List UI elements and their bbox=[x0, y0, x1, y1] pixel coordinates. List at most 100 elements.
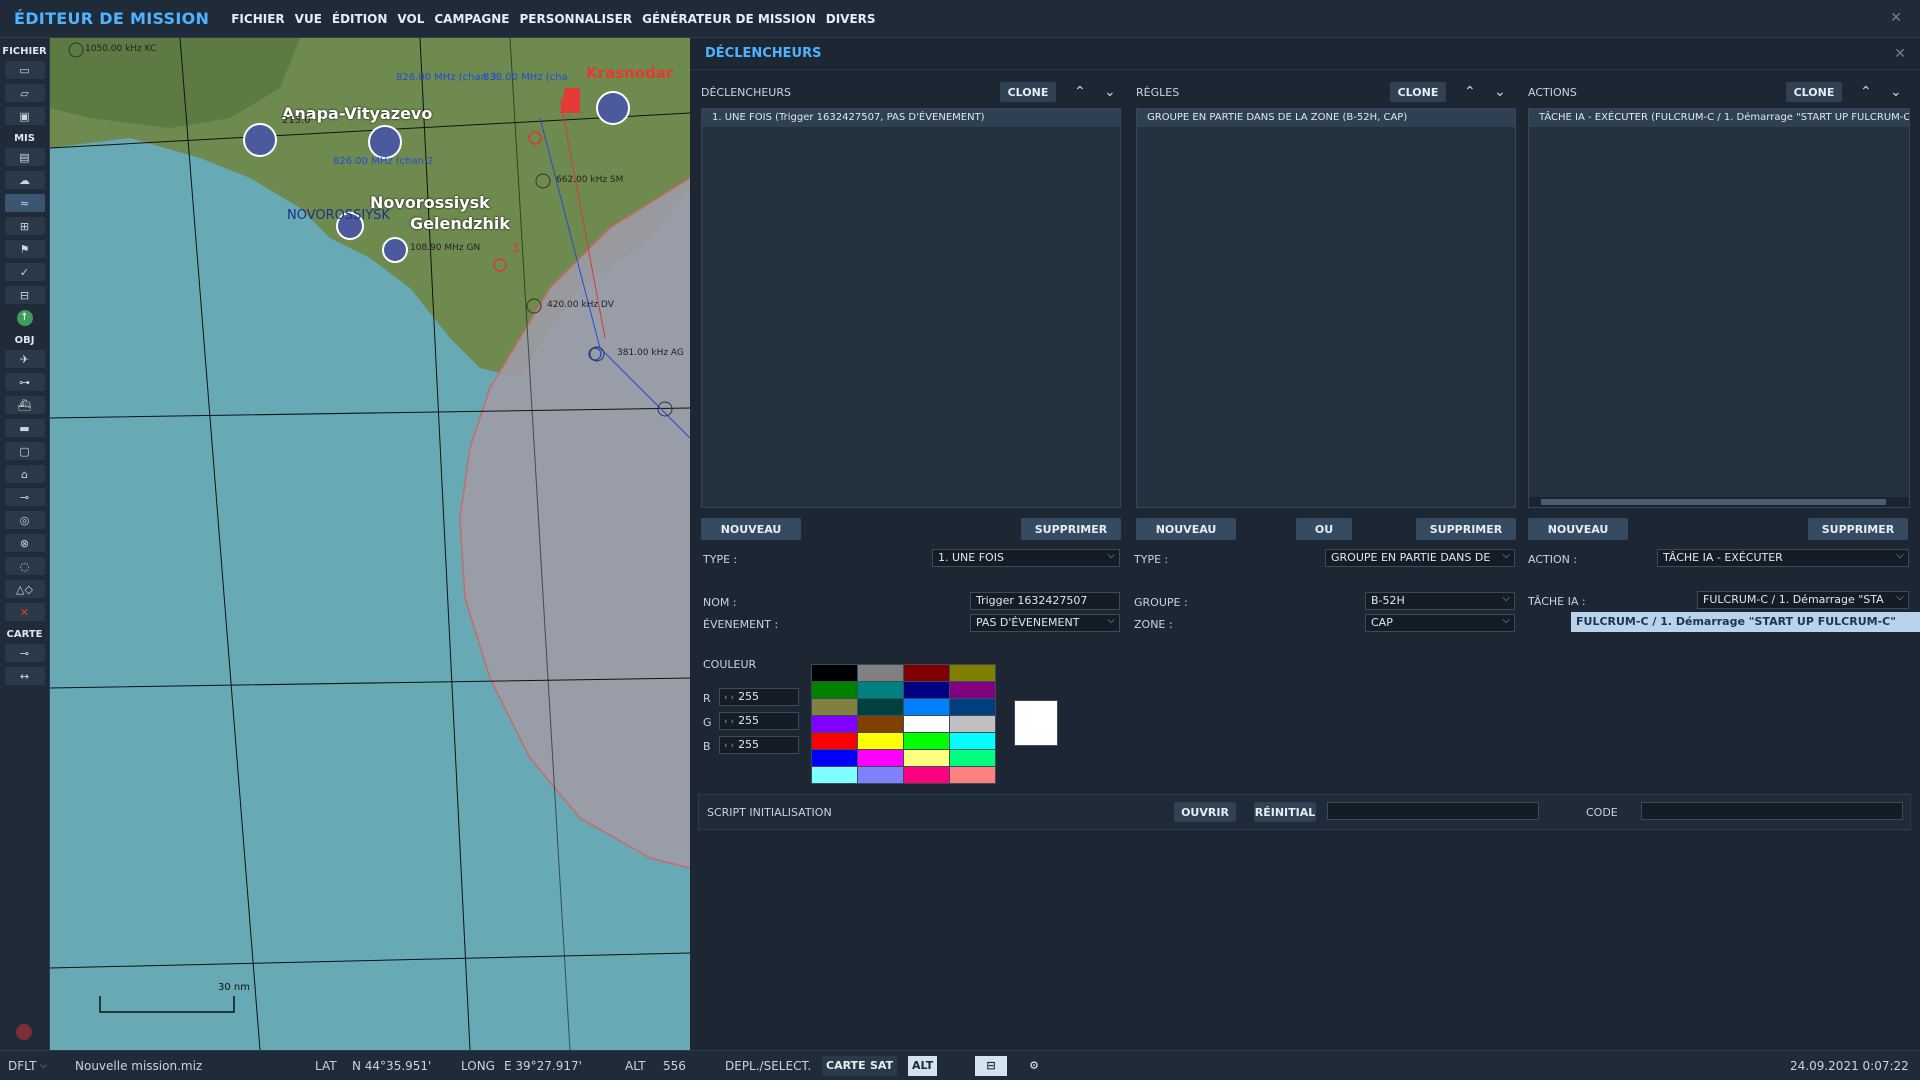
ship-icon[interactable]: ⛴ bbox=[4, 396, 45, 414]
stepper-arrows-icon[interactable]: ‹ › bbox=[724, 693, 734, 703]
check-icon[interactable]: ✓ bbox=[4, 263, 45, 281]
color-swatch[interactable] bbox=[904, 665, 949, 681]
color-swatch[interactable] bbox=[858, 682, 903, 698]
list-item[interactable]: TÂCHE IA - EXÉCUTER (FULCRUM-C / 1. Déma… bbox=[1529, 109, 1909, 127]
actions-move-down-icon[interactable]: ⌄ bbox=[1890, 84, 1902, 100]
rules-move-up-icon[interactable]: ⌃ bbox=[1464, 84, 1476, 100]
color-swatch[interactable] bbox=[858, 699, 903, 715]
record-icon[interactable] bbox=[16, 1024, 32, 1040]
menu-generateur[interactable]: GÉNÉRATEUR DE MISSION bbox=[642, 12, 816, 26]
list-item[interactable]: 1. UNE FOIS (Trigger 1632427507, PAS D'É… bbox=[702, 109, 1120, 127]
actions-move-up-icon[interactable]: ⌃ bbox=[1860, 84, 1872, 100]
color-swatch[interactable] bbox=[858, 716, 903, 732]
stepper-arrows-icon[interactable]: ‹ › bbox=[724, 741, 734, 751]
target-icon[interactable]: ⊞ bbox=[4, 217, 45, 235]
menu-vue[interactable]: VUE bbox=[295, 12, 322, 26]
script-file-input[interactable] bbox=[1327, 802, 1539, 820]
zones-icon[interactable]: ◌ bbox=[4, 557, 45, 575]
triggers-move-up-icon[interactable]: ⌃ bbox=[1074, 84, 1086, 100]
rules-move-down-icon[interactable]: ⌄ bbox=[1494, 84, 1506, 100]
zone-circle-icon[interactable]: ⊗ bbox=[4, 534, 45, 552]
menu-vol[interactable]: VOL bbox=[397, 12, 424, 26]
color-r-stepper[interactable]: ‹ › 255 bbox=[719, 688, 799, 706]
menu-divers[interactable]: DIVERS bbox=[826, 12, 876, 26]
color-swatch[interactable] bbox=[904, 699, 949, 715]
key-icon[interactable]: ⊸ bbox=[4, 644, 45, 662]
action-type-select[interactable]: TÂCHE IA - EXÉCUTER bbox=[1657, 549, 1909, 567]
rules-clone-button[interactable]: CLONE bbox=[1390, 82, 1446, 102]
map-mode-sat-button[interactable]: SAT bbox=[866, 1056, 898, 1076]
color-swatch[interactable] bbox=[904, 767, 949, 783]
triggers-move-down-icon[interactable]: ⌄ bbox=[1104, 84, 1116, 100]
chain-icon[interactable]: ⊟ bbox=[4, 286, 45, 304]
color-g-stepper[interactable]: ‹ › 255 bbox=[719, 712, 799, 730]
plane-icon[interactable]: ✈ bbox=[4, 350, 45, 368]
color-r-value[interactable]: 255 bbox=[738, 690, 759, 703]
triggers-new-button[interactable]: NOUVEAU bbox=[701, 518, 801, 540]
map-view[interactable]: Anapa-Vityazevo Novorossiysk NOVOROSSIYS… bbox=[50, 38, 690, 1050]
stepper-arrows-icon[interactable]: ‹ › bbox=[724, 717, 734, 727]
color-swatch[interactable] bbox=[950, 682, 995, 698]
color-swatch[interactable] bbox=[950, 716, 995, 732]
save-icon[interactable]: ▣ bbox=[4, 107, 45, 125]
color-swatch[interactable] bbox=[904, 716, 949, 732]
zone-icon[interactable]: ◎ bbox=[4, 511, 45, 529]
color-swatch[interactable] bbox=[950, 767, 995, 783]
color-swatch[interactable] bbox=[950, 733, 995, 749]
trigger-type-select[interactable]: 1. UNE FOIS bbox=[932, 549, 1120, 567]
actions-new-button[interactable]: NOUVEAU bbox=[1528, 518, 1628, 540]
triggers-icon[interactable]: ≈ bbox=[4, 194, 45, 212]
color-swatch[interactable] bbox=[812, 750, 857, 766]
color-g-value[interactable]: 255 bbox=[738, 714, 759, 727]
actions-horizontal-scrollbar[interactable] bbox=[1529, 497, 1909, 507]
triggers-list[interactable]: 1. UNE FOIS (Trigger 1632427507, PAS D'É… bbox=[701, 108, 1121, 508]
map-filter-icon[interactable]: ⊟ bbox=[975, 1056, 1007, 1076]
rules-or-button[interactable]: OU bbox=[1296, 518, 1352, 540]
color-swatch[interactable] bbox=[858, 767, 903, 783]
list-item[interactable]: GROUPE EN PARTIE DANS DE LA ZONE (B-52H,… bbox=[1137, 109, 1515, 127]
color-swatch[interactable] bbox=[812, 682, 857, 698]
color-b-value[interactable]: 255 bbox=[738, 738, 759, 751]
color-b-stepper[interactable]: ‹ › 255 bbox=[719, 736, 799, 754]
rules-delete-button[interactable]: SUPPRIMER bbox=[1416, 518, 1516, 540]
trigger-name-input[interactable]: Trigger 1632427507 bbox=[970, 592, 1120, 610]
actions-delete-button[interactable]: SUPPRIMER bbox=[1808, 518, 1908, 540]
color-swatch[interactable] bbox=[858, 665, 903, 681]
menu-campagne[interactable]: CAMPAGNE bbox=[434, 12, 509, 26]
rule-zone-select[interactable]: CAP bbox=[1365, 614, 1515, 632]
profile-select[interactable]: DFLT bbox=[8, 1059, 37, 1073]
new-file-icon[interactable]: ▭ bbox=[4, 61, 45, 79]
map-mode-carte-button[interactable]: CARTE bbox=[822, 1056, 870, 1076]
rule-type-select[interactable]: GROUPE EN PARTIE DANS DE bbox=[1325, 549, 1515, 567]
color-swatch[interactable] bbox=[950, 699, 995, 715]
ruler-icon[interactable]: ↔ bbox=[4, 667, 45, 685]
color-swatch[interactable] bbox=[904, 733, 949, 749]
trigger-event-select[interactable]: PAS D'ÉVENEMENT bbox=[970, 614, 1120, 632]
panel-close-icon[interactable]: ✕ bbox=[1894, 46, 1906, 62]
menu-personnaliser[interactable]: PERSONNALISER bbox=[519, 12, 632, 26]
color-swatch[interactable] bbox=[904, 682, 949, 698]
delete-icon[interactable]: ✕ bbox=[4, 603, 45, 621]
chevron-down-icon[interactable]: ⌵ bbox=[40, 1061, 47, 1071]
rules-list[interactable]: GROUPE EN PARTIE DANS DE LA ZONE (B-52H,… bbox=[1136, 108, 1516, 508]
clipboard-icon[interactable]: ▤ bbox=[4, 148, 45, 166]
color-swatch[interactable] bbox=[812, 716, 857, 732]
settings-gear-icon[interactable]: ⚙ bbox=[1023, 1056, 1045, 1076]
color-swatch[interactable] bbox=[812, 699, 857, 715]
up-arrow-icon[interactable]: ↑ bbox=[5, 309, 45, 327]
actions-list[interactable]: TÂCHE IA - EXÉCUTER (FULCRUM-C / 1. Déma… bbox=[1528, 108, 1910, 508]
map-mode-alt-button[interactable]: ALT bbox=[908, 1056, 938, 1076]
color-swatch[interactable] bbox=[812, 733, 857, 749]
actions-clone-button[interactable]: CLONE bbox=[1786, 82, 1842, 102]
structure-icon[interactable]: ⌂ bbox=[4, 465, 45, 483]
script-open-button[interactable]: OUVRIR bbox=[1174, 802, 1236, 822]
script-reset-button[interactable]: RÉINITIAL bbox=[1254, 802, 1316, 822]
color-swatch[interactable] bbox=[950, 665, 995, 681]
triggers-clone-button[interactable]: CLONE bbox=[1000, 82, 1056, 102]
color-swatch[interactable] bbox=[812, 767, 857, 783]
color-swatch[interactable] bbox=[812, 665, 857, 681]
weather-icon[interactable]: ☁ bbox=[4, 171, 45, 189]
map-canvas[interactable] bbox=[50, 38, 690, 1050]
code-input[interactable] bbox=[1641, 802, 1903, 820]
menu-edition[interactable]: ÉDITION bbox=[332, 12, 388, 26]
